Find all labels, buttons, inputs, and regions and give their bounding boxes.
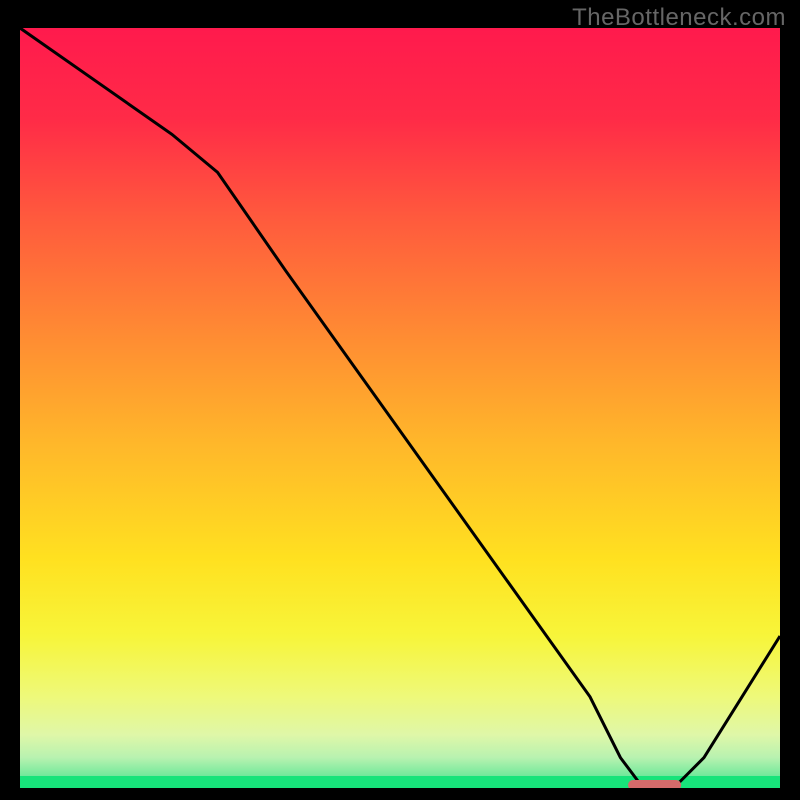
plot-background [20, 28, 780, 788]
plot-frame [20, 28, 780, 788]
plot-svg [20, 28, 780, 788]
chart-container: TheBottleneck.com [0, 0, 800, 800]
watermark-label: TheBottleneck.com [572, 4, 786, 32]
optimal-marker [628, 780, 681, 788]
